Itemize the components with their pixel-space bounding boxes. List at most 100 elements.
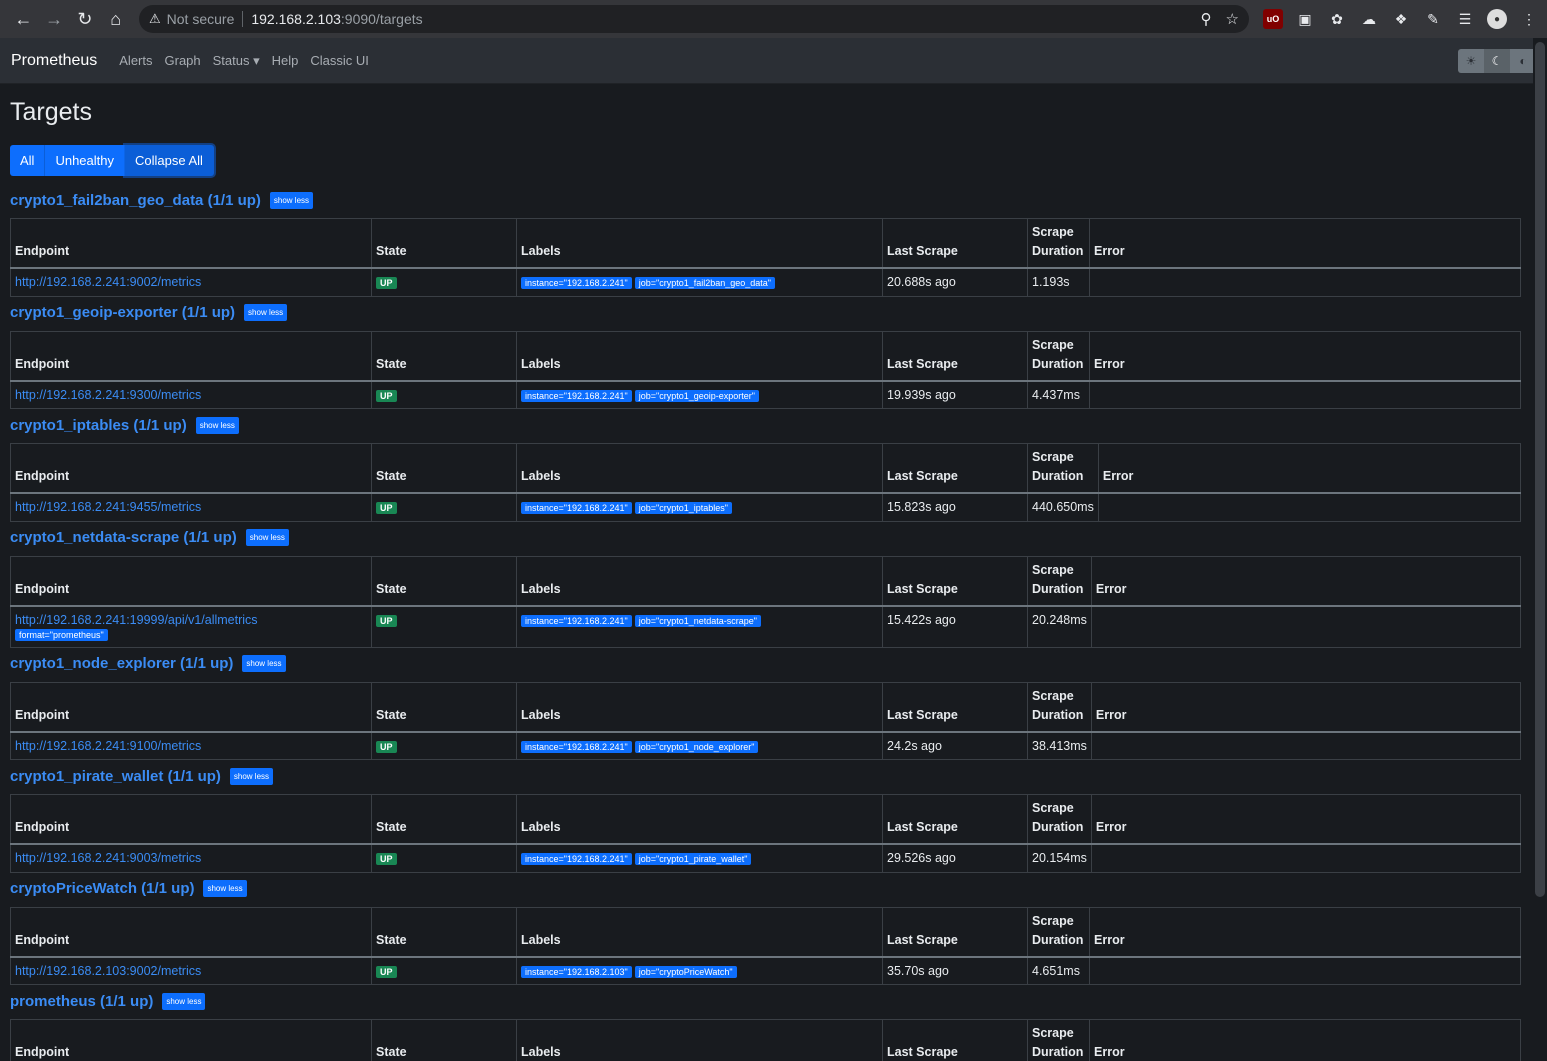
show-less-button[interactable]: show less xyxy=(203,880,247,897)
label-badge: instance="192.168.2.241" xyxy=(521,502,632,514)
label-badge: job="crypto1_iptables" xyxy=(634,502,732,514)
bookmark-star-icon[interactable]: ☆ xyxy=(1226,10,1239,28)
filter-unhealthy-button[interactable]: Unhealthy xyxy=(45,145,125,176)
endpoint-link[interactable]: http://192.168.2.241:9455/metrics xyxy=(15,500,201,514)
target-pool: crypto1_node_explorer (1/1 up) show less… xyxy=(10,654,1521,760)
endpoint-link[interactable]: http://192.168.2.241:19999/api/v1/allmet… xyxy=(15,613,258,627)
pool-header: prometheus (1/1 up) show less xyxy=(10,991,1521,1011)
target-pool: crypto1_geoip-exporter (1/1 up) show les… xyxy=(10,303,1521,409)
last-scrape-cell: 15.823s ago xyxy=(882,492,1028,522)
pool-title-link[interactable]: prometheus (1/1 up) xyxy=(10,993,153,1010)
show-less-button[interactable]: show less xyxy=(244,304,288,321)
scrollbar[interactable] xyxy=(1533,38,1547,1061)
nav-help[interactable]: Help xyxy=(272,53,299,68)
col-error: Error xyxy=(1089,330,1521,382)
address-bar[interactable]: ⚠ Not secure 192.168.2.103:9090/targets … xyxy=(139,5,1249,33)
table-row: http://192.168.2.241:9300/metrics UP ins… xyxy=(10,380,1521,409)
label-badge: instance="192.168.2.103" xyxy=(521,965,632,978)
scrape-duration-cell: 440.650ms xyxy=(1027,492,1099,522)
col-state: State xyxy=(371,218,517,269)
label-badge: job="crypto1_fail2ban_geo_data" xyxy=(634,277,775,289)
forward-icon[interactable]: → xyxy=(39,3,70,35)
endpoint-link[interactable]: http://192.168.2.241:9002/metrics xyxy=(15,275,201,289)
label-badge: instance="192.168.2.241" xyxy=(521,853,632,865)
nav-classic-ui[interactable]: Classic UI xyxy=(310,53,369,68)
col-error: Error xyxy=(1090,681,1521,733)
show-less-button[interactable]: show less xyxy=(242,655,286,672)
endpoint-param-badge: format="prometheus" xyxy=(15,628,108,641)
pool-title-link[interactable]: crypto1_netdata-scrape (1/1 up) xyxy=(10,529,237,546)
error-cell xyxy=(1089,380,1521,409)
pool-header: crypto1_node_explorer (1/1 up) show less xyxy=(10,654,1521,674)
col-last-scrape: Last Scrape xyxy=(882,555,1028,607)
endpoint-cell: http://192.168.2.241:9300/metrics xyxy=(10,380,372,409)
target-pool: crypto1_iptables (1/1 up) show less Endp… xyxy=(10,415,1521,522)
col-state: State xyxy=(371,443,517,494)
ublock-extension-icon[interactable]: uO xyxy=(1263,9,1283,29)
table-row: http://192.168.2.241:9002/metrics UP ins… xyxy=(10,267,1521,297)
show-less-button[interactable]: show less xyxy=(229,767,274,785)
last-scrape-cell: 35.70s ago xyxy=(882,956,1028,985)
labels-cell: instance="192.168.2.103" job="cryptoPrice… xyxy=(516,956,883,985)
col-state: State xyxy=(371,555,517,607)
url-host: 192.168.2.103 xyxy=(251,11,341,27)
show-less-button[interactable]: show less xyxy=(195,416,239,434)
targets-table: Endpoint State Labels Last Scrape Scrape… xyxy=(10,1019,1521,1061)
brand[interactable]: Prometheus xyxy=(11,52,97,70)
pool-title-link[interactable]: crypto1_pirate_wallet (1/1 up) xyxy=(10,768,221,785)
extension-icon[interactable]: ❖ xyxy=(1391,9,1411,29)
label-badge: job="crypto1_geoip-exporter" xyxy=(634,389,759,402)
collapse-all-button[interactable]: Collapse All xyxy=(125,145,214,176)
table-row: http://192.168.2.241:9003/metrics UP ins… xyxy=(10,843,1521,873)
endpoint-link[interactable]: http://192.168.2.241:9003/metrics xyxy=(15,851,201,865)
nav-graph[interactable]: Graph xyxy=(165,53,201,68)
pool-title-link[interactable]: crypto1_geoip-exporter (1/1 up) xyxy=(10,304,235,321)
last-scrape-cell: 29.526s ago xyxy=(882,843,1028,873)
show-less-button[interactable]: show less xyxy=(269,191,314,209)
col-endpoint: Endpoint xyxy=(10,794,372,845)
menu-kebab-icon[interactable]: ⋮ xyxy=(1519,9,1539,29)
endpoint-link[interactable]: http://192.168.2.241:9300/metrics xyxy=(15,388,201,402)
nav-alerts[interactable]: Alerts xyxy=(119,53,152,68)
endpoint-link[interactable]: http://192.168.2.103:9002/metrics xyxy=(15,964,201,978)
table-header-row: Endpoint State Labels Last Scrape Scrape… xyxy=(10,330,1521,382)
col-state: State xyxy=(371,330,517,382)
scrape-duration-cell: 1.193s xyxy=(1027,267,1090,297)
extension-icon[interactable]: ☁ xyxy=(1359,9,1379,29)
extension-icon[interactable]: ▣ xyxy=(1295,9,1315,29)
reload-icon[interactable]: ↻ xyxy=(70,3,101,35)
zoom-icon[interactable]: ⚲ xyxy=(1201,10,1212,28)
col-state: State xyxy=(371,794,517,845)
col-state: State xyxy=(371,681,517,733)
state-badge: UP xyxy=(376,853,397,865)
pool-title-link[interactable]: cryptoPriceWatch (1/1 up) xyxy=(10,880,194,897)
profile-avatar[interactable]: ● xyxy=(1487,9,1507,29)
filter-all-button[interactable]: All xyxy=(10,145,46,176)
back-icon[interactable]: ← xyxy=(8,3,39,35)
state-cell: UP xyxy=(371,956,517,985)
target-pool: prometheus (1/1 up) show less Endpoint S… xyxy=(10,991,1521,1061)
col-labels: Labels xyxy=(516,906,883,958)
col-scrape-duration: Scrape Duration xyxy=(1027,330,1090,382)
pool-header: crypto1_netdata-scrape (1/1 up) show les… xyxy=(10,528,1521,548)
dark-theme-icon[interactable]: ☾ xyxy=(1484,48,1510,73)
show-less-button[interactable]: show less xyxy=(162,992,206,1010)
nav-status-dropdown[interactable]: Status ▾ xyxy=(213,53,260,69)
pool-title-link[interactable]: crypto1_fail2ban_geo_data (1/1 up) xyxy=(10,192,261,209)
endpoint-link[interactable]: http://192.168.2.241:9100/metrics xyxy=(15,739,201,753)
show-less-button[interactable]: show less xyxy=(245,529,289,546)
targets-table: Endpoint State Labels Last Scrape Scrape… xyxy=(10,794,1521,873)
home-icon[interactable]: ⌂ xyxy=(100,3,131,35)
scrollbar-thumb[interactable] xyxy=(1535,42,1545,897)
col-last-scrape: Last Scrape xyxy=(882,330,1028,382)
scrape-duration-cell: 4.437ms xyxy=(1027,380,1090,409)
extension-icon[interactable]: ✿ xyxy=(1327,9,1347,29)
puzzle-extensions-icon[interactable]: ✎ xyxy=(1423,9,1443,29)
error-cell xyxy=(1090,843,1521,873)
pool-title-link[interactable]: crypto1_node_explorer (1/1 up) xyxy=(10,655,233,672)
pool-title-link[interactable]: crypto1_iptables (1/1 up) xyxy=(10,417,187,434)
col-labels: Labels xyxy=(516,218,883,269)
reading-list-icon[interactable]: ☰ xyxy=(1455,9,1475,29)
light-theme-icon[interactable]: ☀ xyxy=(1458,49,1484,73)
table-header-row: Endpoint State Labels Last Scrape Scrape… xyxy=(10,1019,1521,1061)
